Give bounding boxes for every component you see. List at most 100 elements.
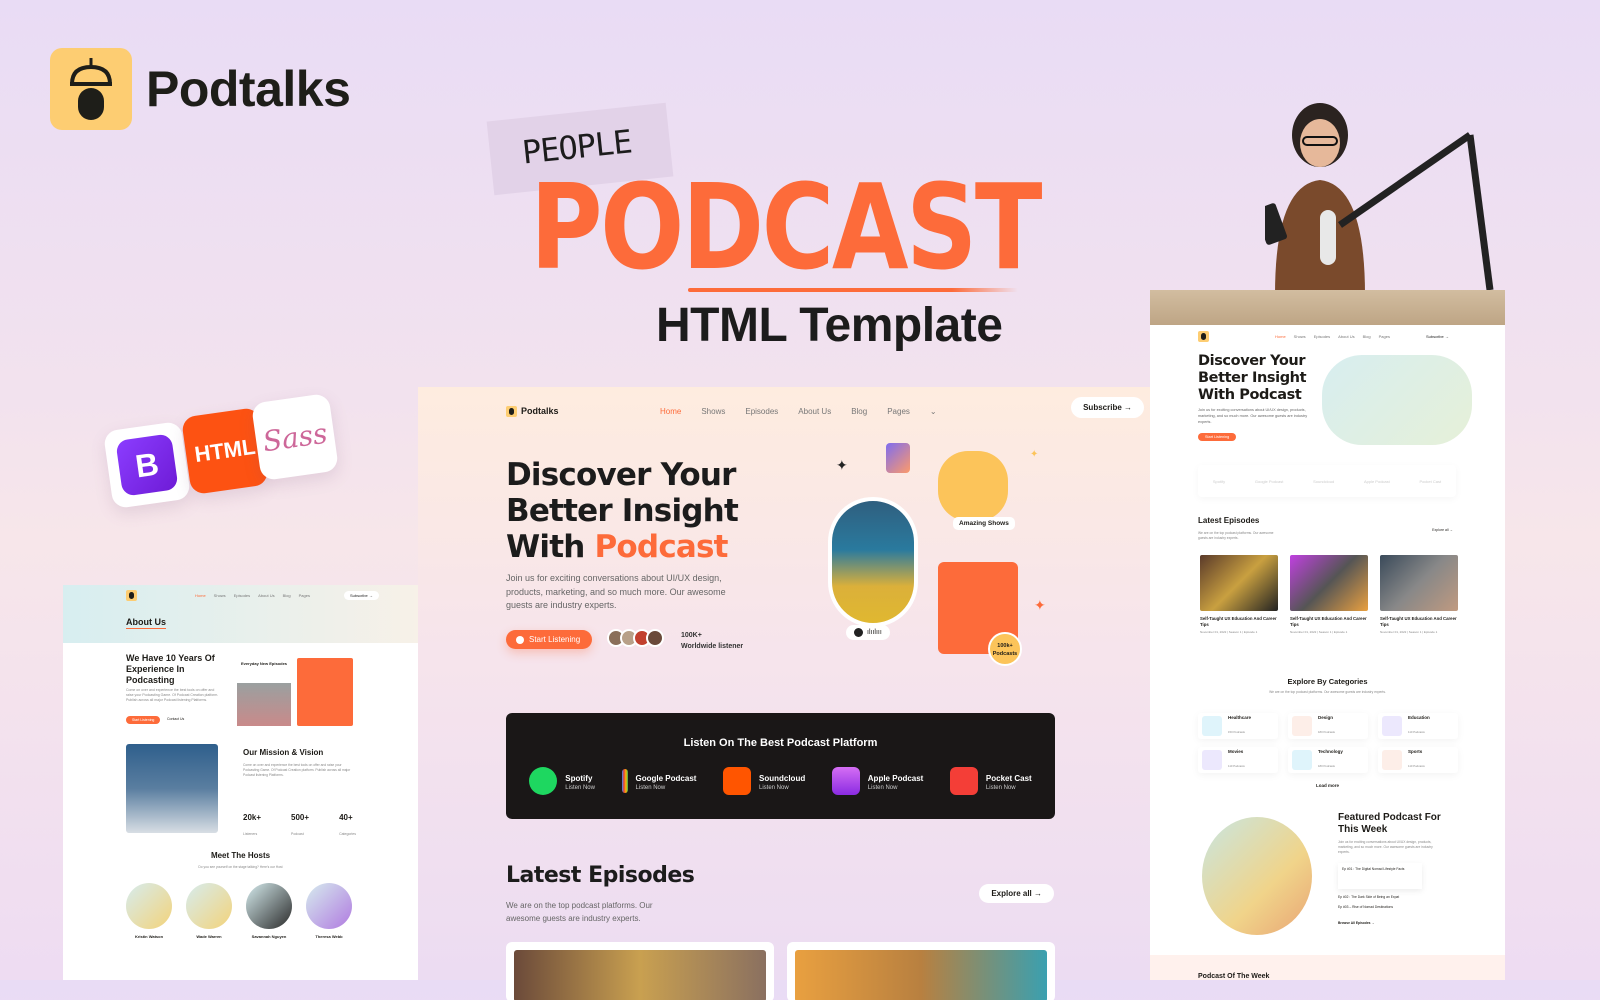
alt-hero-title: Discover Your Better Insight With Podcas…: [1198, 353, 1307, 403]
about-nav: Home Shows Episodes About Us Blog Pages …: [126, 590, 379, 601]
nav-logo[interactable]: Podtalks: [506, 405, 656, 417]
subscribe-button[interactable]: Subscribe →: [1071, 397, 1144, 418]
nav-about[interactable]: About Us: [798, 407, 831, 416]
stat-categories: 40+ Categories: [339, 813, 356, 836]
preview-nav: Podtalks Home Shows Episodes About Us Bl…: [506, 397, 1144, 425]
spotify-icon: [529, 767, 558, 795]
heart-icon: [1202, 716, 1222, 736]
nav-shows[interactable]: Shows: [701, 407, 725, 416]
nav-blog[interactable]: Blog: [851, 407, 867, 416]
episode-card[interactable]: [787, 942, 1055, 1000]
title-underline: [688, 288, 1018, 292]
platform-title: Listen On The Best Podcast Platform: [683, 737, 878, 749]
host-card[interactable]: Theresa Webb: [306, 883, 352, 939]
host-card[interactable]: Kristin Watson: [126, 883, 172, 939]
hosts-subtitle: Do you see yourself on the stage talking…: [198, 865, 283, 869]
alt-hero-text: Join us for exciting conversations about…: [1198, 408, 1308, 424]
load-more-button[interactable]: Load more: [1150, 783, 1505, 788]
host-card[interactable]: Wade Warren: [186, 883, 232, 939]
lightbulb-icon: [1292, 750, 1312, 770]
podcaster-photo: [1150, 95, 1505, 325]
palette-icon: [1292, 716, 1312, 736]
featured-illustration: [1202, 817, 1312, 935]
hero-description: Join us for exciting conversations about…: [506, 573, 726, 610]
html-template-subtitle: HTML Template: [656, 299, 1003, 352]
featured-title: Featured Podcast For This Week: [1338, 812, 1441, 835]
about-heading: We Have 10 Years Of Experience In Podcas…: [126, 653, 215, 685]
about-page-preview: Home Shows Episodes About Us Blog Pages …: [63, 585, 418, 980]
episode-card[interactable]: Self-Taught UX Education And Career Tips…: [1200, 555, 1278, 634]
episode-card[interactable]: Self-Taught UX Education And Career Tips…: [1290, 555, 1368, 634]
nav-home[interactable]: Home: [660, 407, 681, 416]
desk: [1150, 290, 1505, 325]
bootstrap-icon: B: [102, 420, 192, 510]
audio-player[interactable]: ılıılııı: [846, 625, 890, 640]
basketball-icon: [1382, 750, 1402, 770]
platform-soundcloud[interactable]: Soundcloud Listen Now: [723, 767, 805, 795]
about-text: Come on over and experience the best too…: [126, 688, 219, 702]
explore-all-button[interactable]: Explore all →: [1432, 528, 1453, 532]
category-movies[interactable]: Movies 110 Podcasts: [1198, 747, 1278, 773]
chevron-down-icon: ⌄: [929, 406, 937, 416]
sparkle-icon: ✦: [1030, 449, 1039, 460]
category-technology[interactable]: Technology 180 Podcasts: [1288, 747, 1368, 773]
nav-links: Home Shows Episodes About Us Blog Pages …: [660, 407, 937, 416]
stats: 20k+ Listeners 500+ Podcast 40+ Categories: [243, 813, 356, 840]
homepage-preview: Podtalks Home Shows Episodes About Us Bl…: [418, 387, 1150, 1000]
sparkle-icon: ✦: [836, 457, 848, 473]
mission-text: Come on over and experience the best too…: [243, 763, 351, 777]
latest-episodes-text: We are on the top podcast platforms. Our…: [506, 901, 653, 923]
host-photo: [297, 658, 353, 726]
category-healthcare[interactable]: Healthcare 150 Podcasts: [1198, 713, 1278, 739]
category-design[interactable]: Design 180 Podcasts: [1288, 713, 1368, 739]
alt-nav: Home Shows Episodes About Us Blog Pages …: [1198, 331, 1451, 342]
platform-pocketcast[interactable]: Pocket Cast Listen Now: [949, 767, 1032, 795]
mission-title: Our Mission & Vision: [243, 748, 324, 757]
hero-title: Discover Your Better Insight With Podcas…: [506, 457, 739, 565]
host-card[interactable]: Savannah Nguyen: [246, 883, 292, 939]
featured-episode[interactable]: Ep #02 : The Dark Side of Being an Expat: [1338, 895, 1399, 899]
host-photo-main: [828, 497, 918, 627]
categories-grid: Healthcare 150 Podcasts Design 180 Podcast…: [1198, 713, 1458, 773]
explore-all-button[interactable]: Explore all →: [979, 884, 1054, 903]
podcaster-figure: [1255, 95, 1494, 295]
graduation-cap-icon: [1382, 716, 1402, 736]
sparkle-icon: ✦: [1034, 597, 1046, 613]
featured-episode[interactable]: Ep #03 – Rise of Nomad Destinations: [1338, 905, 1393, 909]
start-listening-button[interactable]: Start Listening: [126, 716, 161, 724]
microphone-icon: [506, 405, 517, 417]
categories-text: We are on the top podcast platforms. Our…: [1269, 690, 1386, 694]
nav-episodes[interactable]: Episodes: [745, 407, 778, 416]
platform-apple[interactable]: Apple Podcast Listen Now: [831, 767, 923, 795]
start-listening-button[interactable]: Start Listening: [506, 630, 593, 649]
pocket-cast-icon: [949, 767, 978, 795]
podcast-of-week-section: Podcast Of The Week: [1150, 955, 1505, 980]
listener-avatars: [607, 629, 664, 647]
stat-podcast: 500+ Podcast: [291, 813, 310, 836]
about-title: About Us: [126, 617, 166, 629]
platform-spotify[interactable]: Spotify Listen Now: [529, 767, 595, 795]
hosts-title: Meet The Hosts: [210, 851, 271, 860]
host-photo: [237, 683, 291, 726]
play-icon: [854, 628, 863, 637]
avatar: [646, 629, 664, 647]
episode-card[interactable]: [506, 942, 774, 1000]
episode-card[interactable]: Self-Taught UX Education And Career Tips…: [1380, 555, 1458, 634]
microphone-icon: [126, 590, 137, 601]
homepage-alt-preview: Home Shows Episodes About Us Blog Pages …: [1150, 325, 1505, 980]
clapperboard-icon: [1202, 750, 1222, 770]
browse-episodes-button[interactable]: Browse All Episodes →: [1338, 921, 1375, 925]
hero-illustration: ✦ ✦ ✦ ılıılııı Amazing Shows 100k+ Podcas…: [808, 437, 1068, 667]
amazing-shows-badge: Amazing Shows: [953, 517, 1015, 530]
tech-badges: B HTML Sass: [102, 392, 348, 510]
episode-list: Self-Taught UX Education And Career Tips…: [1200, 555, 1458, 634]
everyday-badge: Everyday New Episodes: [241, 661, 288, 666]
platform-google[interactable]: Google Podcast Listen Now: [621, 767, 696, 795]
start-listening-button[interactable]: Start Listening: [1198, 433, 1237, 441]
nav-pages[interactable]: Pages: [887, 407, 910, 416]
category-education[interactable]: Education 110 Podcasts: [1378, 713, 1458, 739]
category-sports[interactable]: Sports 110 Podcasts: [1378, 747, 1458, 773]
alt-latest-title: Latest Episodes: [1198, 516, 1260, 525]
contact-us-button[interactable]: Contact Us: [167, 717, 184, 721]
featured-episode-player[interactable]: Ep #01 : The Digital Nomad Lifestyle Fac…: [1338, 863, 1422, 889]
